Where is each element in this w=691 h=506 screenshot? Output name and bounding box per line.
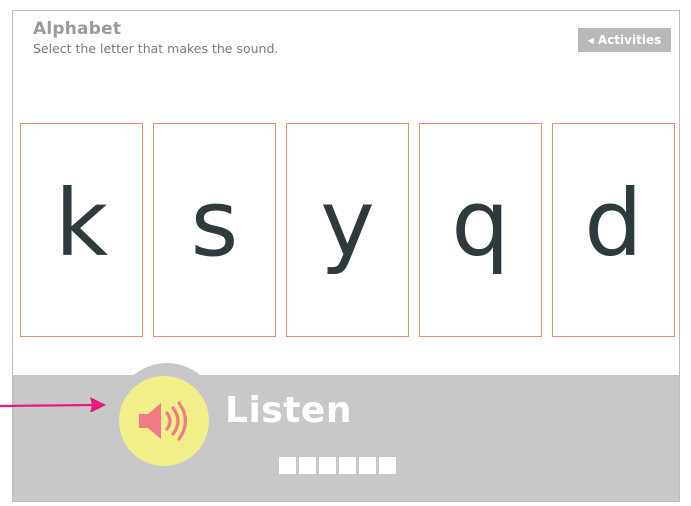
letter-card-letter: k xyxy=(54,170,109,277)
annotation-arrow-icon xyxy=(0,397,106,412)
progress-square xyxy=(319,457,336,474)
progress-indicator xyxy=(279,457,396,474)
page-title: Alphabet xyxy=(33,19,122,39)
letter-card-letter: y xyxy=(320,170,375,277)
instructions-text: Select the letter that makes the sound. xyxy=(33,41,279,56)
letter-card[interactable]: q xyxy=(419,123,542,337)
letter-card[interactable]: y xyxy=(286,123,409,337)
letter-card-letter: q xyxy=(451,170,510,277)
activity-screen: Alphabet Select the letter that makes th… xyxy=(12,10,680,502)
listen-speaker-button[interactable] xyxy=(119,376,209,466)
speaker-icon xyxy=(139,401,188,441)
back-triangle-icon: ◀ xyxy=(587,35,594,45)
activities-button-label: Activities xyxy=(597,33,662,47)
listen-label[interactable]: Listen xyxy=(225,390,352,431)
letter-card-letter: s xyxy=(190,170,239,277)
activities-back-button[interactable]: ◀ Activities xyxy=(578,28,671,52)
letter-card[interactable]: s xyxy=(153,123,276,337)
progress-square xyxy=(299,457,316,474)
letter-card[interactable]: d xyxy=(552,123,675,337)
progress-square xyxy=(339,457,356,474)
progress-square xyxy=(379,457,396,474)
progress-square xyxy=(359,457,376,474)
progress-square xyxy=(279,457,296,474)
letter-card-letter: d xyxy=(584,170,643,277)
letter-card[interactable]: k xyxy=(20,123,143,337)
